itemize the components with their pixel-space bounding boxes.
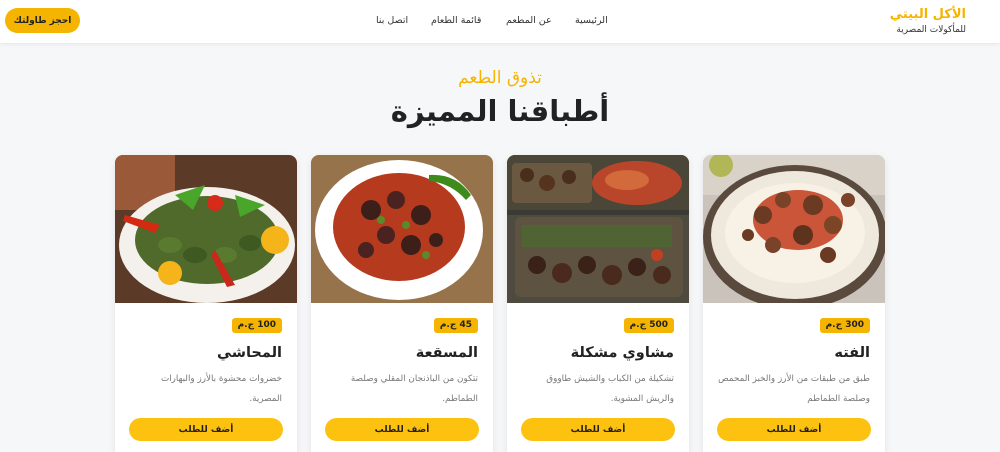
add-to-order-button[interactable]: أضف للطلب [521,418,675,441]
dish-image-mixed-grill [507,155,689,303]
dish-card-mixed-grill: 500 ج.م مشاوي مشكلة تشكيلة من الكباب وال… [507,155,689,452]
nav-contact-link[interactable]: اتصل بنا [376,14,408,28]
dish-image-moussaka [311,155,493,303]
nav-home-link[interactable]: الرئيسية [575,14,608,28]
section-eyebrow: تذوق الطعم [458,68,542,88]
price-badge: 45 ج.م [433,318,478,333]
section-title: أطباقنا المميزة [390,94,610,128]
dish-name: مشاوي مشكلة [570,345,674,361]
site-header: الأكل البيتي للمأكولات المصرية الرئيسية … [0,0,1000,43]
add-to-order-button[interactable]: أضف للطلب [717,418,871,441]
price-badge: 300 ج.م [819,318,870,333]
dish-description: طبق من طبقات من الأرز والخبز المحمص وصلص… [718,374,870,404]
dish-image-fatta [703,155,885,303]
dish-name: المحاشي [217,345,282,361]
dish-card-mahshi: 100 ج.م المحاشي خضروات محشوة بالأرز والب… [115,155,297,452]
dish-description: تشكيلة من الكباب والشيش طاووق والريش الم… [546,374,674,404]
price-badge: 500 ج.م [623,318,674,333]
dish-description: تتكون من الباذنجان المقلي وصلصة الطماطم. [350,374,478,404]
nav-about-link[interactable]: عن المطعم [506,14,552,28]
reserve-table-button[interactable]: احجز طاولتك [5,8,80,33]
add-to-order-button[interactable]: أضف للطلب [325,418,479,441]
dish-description: خضروات محشوة بالأرز والبهارات المصرية. [160,374,282,404]
nav-menu-link[interactable]: قائمة الطعام [431,14,481,28]
dish-card-fatta: 300 ج.م الفته طبق من طبقات من الأرز والخ… [703,155,885,452]
dish-name: المسقعة [415,345,478,361]
price-badge: 100 ج.م [231,318,282,333]
add-to-order-button[interactable]: أضف للطلب [129,418,283,441]
dish-name: الفته [834,345,870,361]
main-nav: الرئيسية عن المطعم قائمة الطعام اتصل بنا [0,14,1000,28]
dish-card-moussaka: 45 ج.م المسقعة تتكون من الباذنجان المقلي… [311,155,493,452]
dish-image-mahshi [115,155,297,303]
